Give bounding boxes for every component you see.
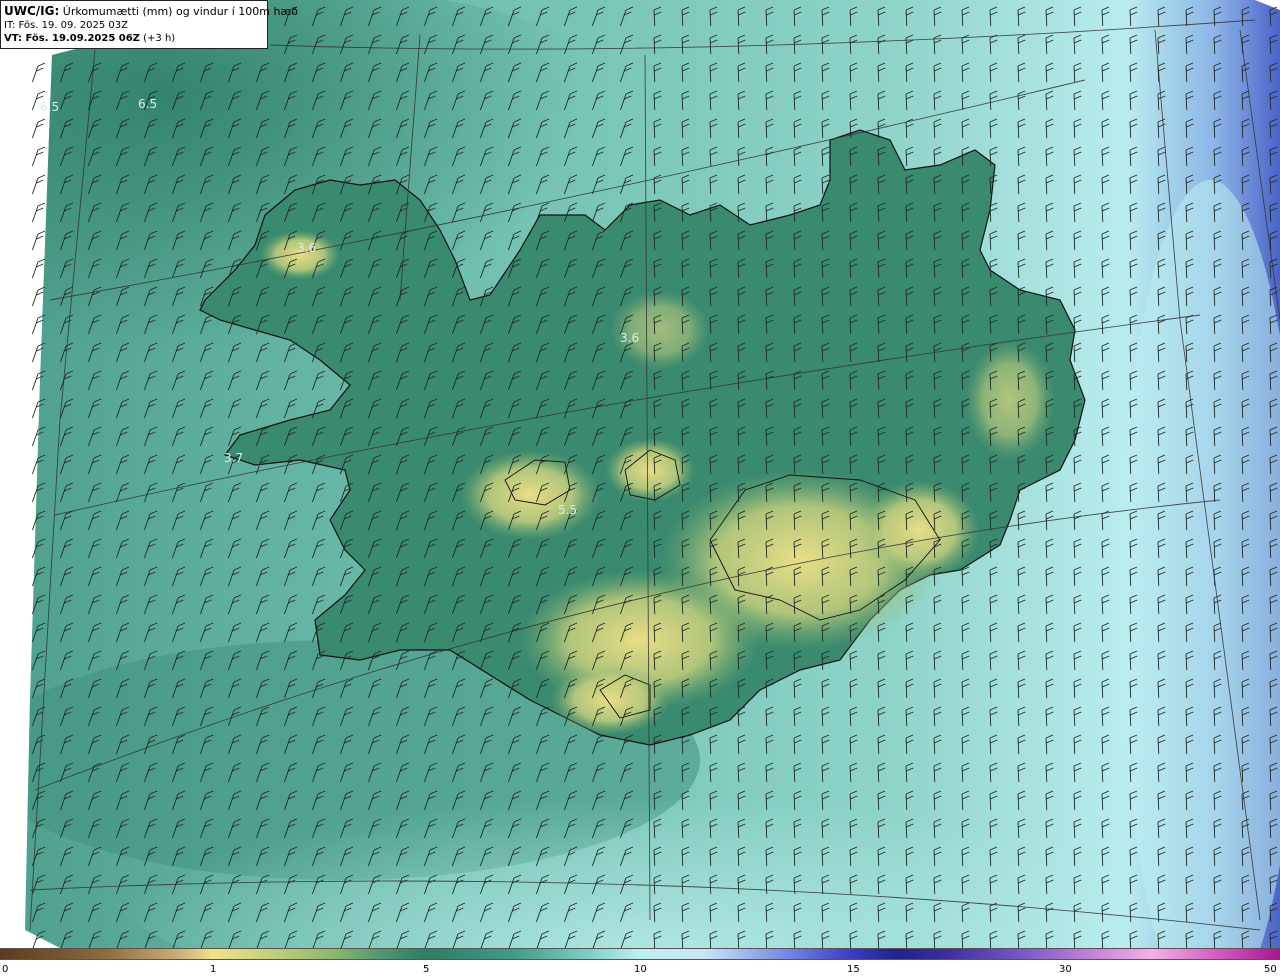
- value-label: 3.6: [620, 331, 639, 345]
- value-label: 6.5: [40, 100, 59, 114]
- colorbar-tick: 5: [423, 964, 430, 975]
- map-info-box: UWC/IG: Úrkomumætti (mm) og vindur í 100…: [0, 0, 298, 49]
- product-description: Úrkomumætti (mm) og vindur í 100m hæð: [62, 5, 298, 18]
- precip-colorbar: 0 1 5 10 15 30 50: [0, 948, 1280, 978]
- value-label: 5.5: [558, 503, 577, 517]
- colorbar-tick: 30: [1059, 964, 1072, 975]
- forecast-map[interactable]: 6.5 6.5 3.6 3.6 3.7 5.5: [0, 0, 1280, 948]
- colorbar-strip: [0, 948, 1280, 960]
- init-time: IT: Fös. 19. 09. 2025 03Z: [4, 20, 128, 31]
- valid-offset: (+3 h): [143, 33, 176, 44]
- product-title: UWC/IG: Úrkomumætti (mm) og vindur í 100…: [4, 4, 298, 19]
- colorbar-tick: 10: [634, 964, 647, 975]
- colorbar-tick: 1: [210, 964, 217, 975]
- value-label: 3.7: [224, 451, 243, 465]
- colorbar-tick: 15: [847, 964, 860, 975]
- valid-time: VT: Fös. 19.09.2025 06Z: [4, 33, 140, 44]
- colorbar-tick: 0: [2, 964, 9, 975]
- product-code: UWC/IG:: [4, 4, 60, 18]
- value-label-layer: 6.5 6.5 3.6 3.6 3.7 5.5: [40, 97, 639, 517]
- value-label: 6.5: [138, 97, 157, 111]
- valid-time-line: VT: Fös. 19.09.2025 06Z (+3 h): [4, 32, 263, 45]
- value-label: 3.6: [297, 241, 316, 255]
- colorbar-tick: 50: [1264, 964, 1277, 975]
